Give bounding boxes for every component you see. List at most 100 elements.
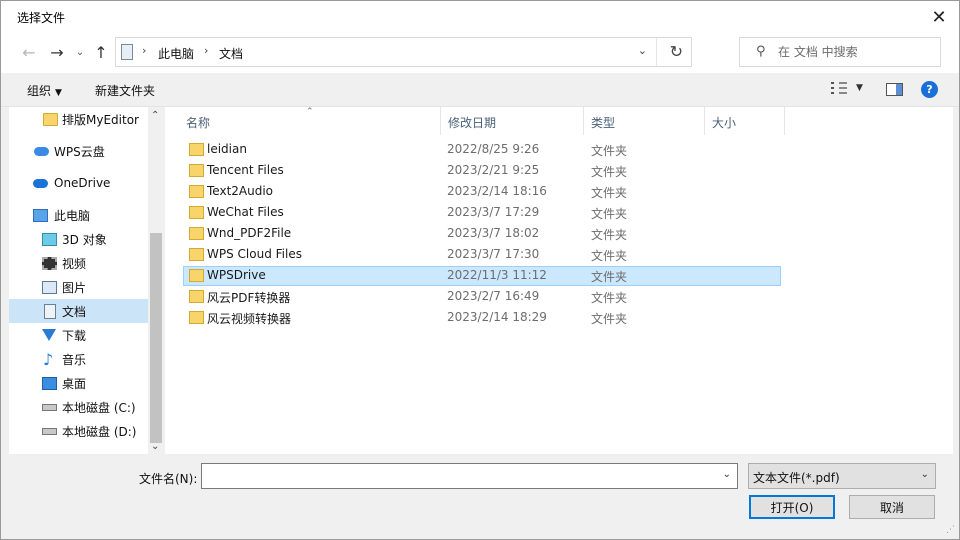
file-row-selected[interactable]: WPSDrive 2022/11/3 11:12 文件夹 (183, 266, 781, 286)
music-icon: ♪ (43, 349, 54, 369)
nav-item-pictures[interactable]: 图片 (9, 275, 150, 299)
filename-dropdown-chevron-icon[interactable]: ⌄ (723, 469, 731, 480)
column-header-size[interactable]: 大小 (705, 107, 785, 135)
filter-dropdown-chevron-icon: ⌄ (920, 469, 929, 480)
nav-item-label: 此电脑 (54, 208, 91, 223)
organize-menu-button[interactable]: 组织 ▼ (27, 82, 62, 99)
window-title: 选择文件 (17, 11, 66, 25)
nav-item-this-pc[interactable]: 此电脑 (9, 203, 150, 227)
up-arrow-icon[interactable]: ↑ (91, 41, 111, 63)
nav-item-videos[interactable]: 视频 (9, 251, 150, 275)
nav-item-myeditor[interactable]: 排版MyEditor (9, 107, 150, 131)
video-icon (42, 256, 57, 270)
filename-combobox[interactable]: ⌄ (201, 463, 738, 489)
file-row[interactable]: Text2Audio 2023/2/14 18:16 文件夹 (183, 182, 781, 202)
nav-item-3d-objects[interactable]: 3D 对象 (9, 227, 150, 251)
file-name: 风云PDF转换器 (207, 291, 291, 305)
nav-item-onedrive[interactable]: OneDrive (9, 171, 150, 195)
file-date: 2023/3/7 18:02 (447, 226, 540, 240)
file-row[interactable]: WeChat Files 2023/3/7 17:29 文件夹 (183, 203, 781, 223)
file-row[interactable]: 风云PDF转换器 2023/2/7 16:49 文件夹 (183, 287, 781, 307)
folder-icon (189, 164, 204, 177)
drive-icon (42, 427, 57, 435)
nav-item-label: OneDrive (54, 176, 111, 190)
column-header-date[interactable]: 修改日期 (441, 107, 584, 135)
address-bar[interactable]: › 此电脑 › 文档 ⌄ ↻ (115, 37, 692, 67)
organize-label: 组织 (27, 84, 52, 98)
file-date: 2023/2/7 16:49 (447, 289, 540, 303)
nav-item-label: WPS云盘 (54, 144, 105, 159)
scroll-down-chevron-icon[interactable]: ⌄ (151, 441, 159, 452)
breadcrumb-this-pc[interactable]: 此电脑 (158, 45, 194, 62)
nav-item-drive-c[interactable]: 本地磁盘 (C:) (9, 395, 150, 419)
file-open-dialog: 选择文件 ✕ ← → ⌄ ↑ › 此电脑 › 文档 ⌄ ↻ ⚲ 组织▼ 新建文件… (0, 0, 960, 540)
desktop-icon (42, 376, 57, 390)
title-bar: 选择文件 ✕ (1, 1, 959, 33)
file-row[interactable]: 风云视频转换器 2023/2/14 18:29 文件夹 (183, 308, 781, 328)
new-folder-button[interactable]: 新建文件夹 (95, 82, 155, 99)
nav-item-label: 视频 (62, 256, 87, 271)
documents-location-icon (121, 44, 133, 60)
filename-input[interactable] (206, 467, 706, 485)
nav-item-documents[interactable]: 文档 (9, 299, 150, 323)
nav-item-downloads[interactable]: 下载 (9, 323, 150, 347)
scrollbar-thumb[interactable] (150, 233, 162, 443)
filename-label: 文件名(N): (139, 472, 198, 486)
nav-item-label: 文档 (62, 304, 87, 319)
view-options-icon[interactable] (831, 82, 847, 96)
cancel-button[interactable]: 取消 (849, 495, 935, 519)
nav-item-label: 3D 对象 (62, 232, 107, 247)
open-button[interactable]: 打开(O) (749, 495, 835, 519)
refresh-icon[interactable]: ↻ (670, 42, 683, 61)
view-options-caret-icon[interactable]: ▼ (856, 83, 863, 93)
file-type: 文件夹 (591, 291, 628, 305)
downloads-icon (42, 329, 56, 341)
nav-item-music[interactable]: ♪ 音乐 (9, 347, 150, 371)
scroll-up-chevron-icon[interactable]: ⌃ (151, 110, 159, 121)
file-date: 2022/8/25 9:26 (447, 142, 540, 156)
folder-icon (189, 227, 204, 240)
search-input[interactable] (778, 42, 933, 62)
folder-icon (189, 311, 204, 324)
column-header-type[interactable]: 类型 (584, 107, 705, 135)
breadcrumb-separator-icon[interactable]: › (142, 44, 146, 57)
file-name: leidian (207, 142, 247, 156)
nav-item-desktop[interactable]: 桌面 (9, 371, 150, 395)
file-row[interactable]: WPS Cloud Files 2023/3/7 17:30 文件夹 (183, 245, 781, 265)
breadcrumb-documents[interactable]: 文档 (219, 45, 243, 62)
back-arrow-icon[interactable]: ← (17, 41, 41, 63)
search-box[interactable]: ⚲ (739, 37, 941, 67)
resize-grip-icon[interactable]: ⋰ (946, 525, 955, 535)
file-name: WPSDrive (207, 268, 266, 282)
navigation-bar: ← → ⌄ ↑ › 此电脑 › 文档 ⌄ ↻ ⚲ (1, 33, 959, 73)
file-type-filter-select[interactable]: 文本文件(*.pdf) ⌄ (748, 463, 936, 489)
recent-locations-chevron-icon[interactable]: ⌄ (73, 41, 87, 63)
address-dropdown-chevron-icon[interactable]: ⌄ (638, 44, 647, 57)
file-name: Wnd_PDF2File (207, 226, 292, 240)
breadcrumb-separator-icon[interactable]: › (204, 44, 208, 57)
nav-item-drive-d[interactable]: 本地磁盘 (D:) (9, 419, 150, 443)
help-icon[interactable]: ? (921, 81, 938, 98)
file-row[interactable]: Tencent Files 2023/2/21 9:25 文件夹 (183, 161, 781, 181)
drive-icon (42, 403, 57, 411)
file-row[interactable]: Wnd_PDF2File 2023/3/7 18:02 文件夹 (183, 224, 781, 244)
file-type: 文件夹 (591, 165, 628, 179)
file-type-filter-value: 文本文件(*.pdf) (753, 471, 840, 485)
close-icon[interactable]: ✕ (925, 3, 953, 31)
preview-pane-icon[interactable] (886, 83, 903, 96)
file-date: 2023/3/7 17:29 (447, 205, 540, 219)
folder-icon (189, 185, 204, 198)
file-row[interactable]: leidian 2022/8/25 9:26 文件夹 (183, 140, 781, 160)
folder-icon (189, 206, 204, 219)
cloud-icon (34, 146, 49, 156)
nav-item-wps-cloud[interactable]: WPS云盘 (9, 139, 150, 163)
nav-item-label: 桌面 (62, 376, 87, 391)
pictures-icon (42, 280, 57, 294)
navigation-pane-scrollbar[interactable]: ⌃ ⌄ (148, 107, 164, 454)
dialog-footer: 文件名(N): ⌄ 文本文件(*.pdf) ⌄ 打开(O) 取消 ⋰ (1, 454, 959, 539)
forward-arrow-icon[interactable]: → (45, 41, 69, 63)
column-header-name[interactable]: 名称 (179, 107, 441, 135)
file-type: 文件夹 (591, 207, 628, 221)
file-date: 2023/3/7 17:30 (447, 247, 540, 261)
file-list: ⌃ 名称 修改日期 类型 大小 leidian 2022/8/25 9:26 文… (165, 107, 953, 454)
